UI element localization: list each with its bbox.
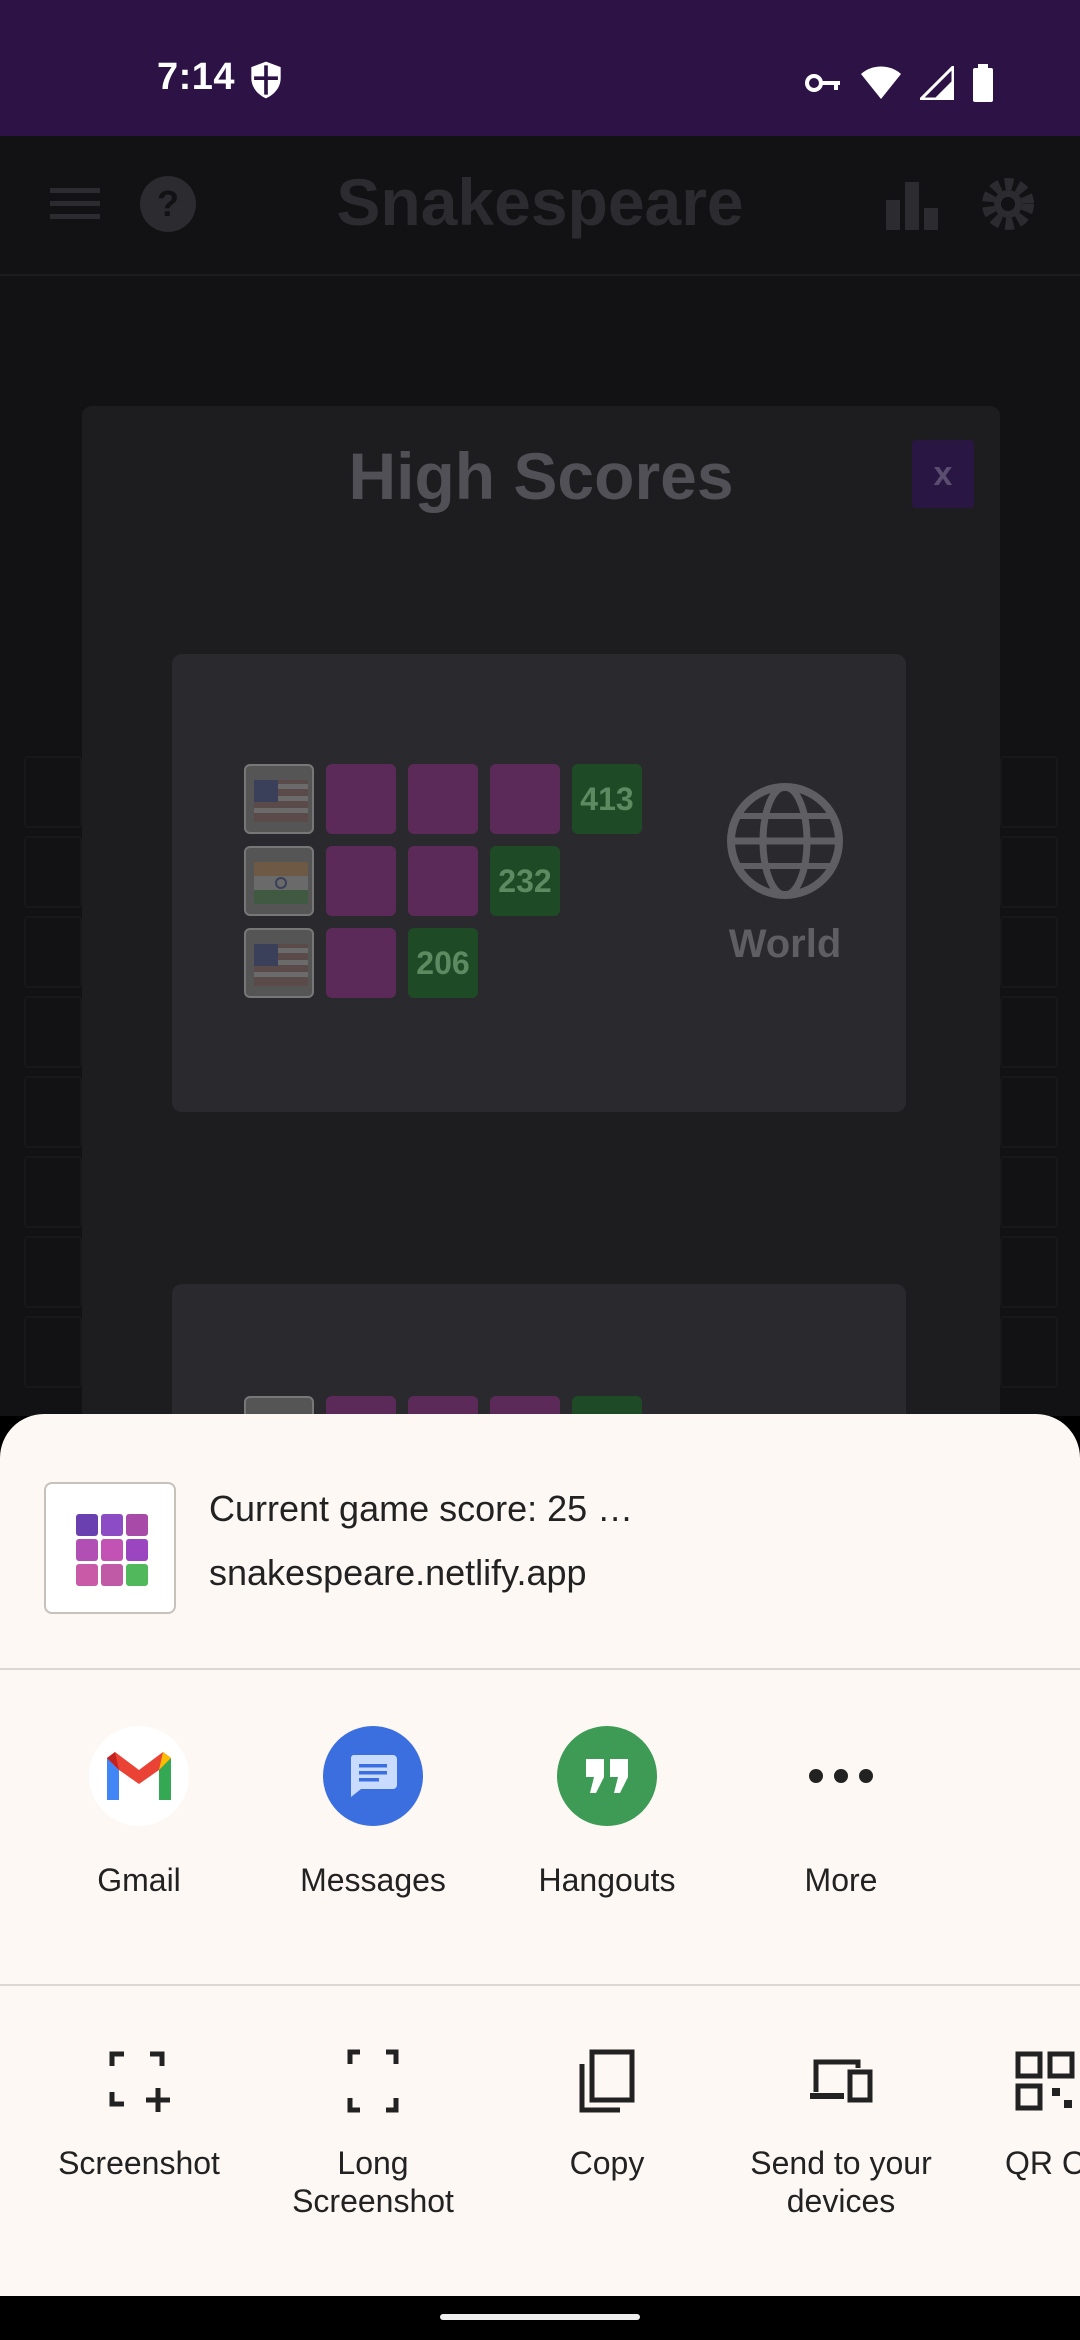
share-target-label: Messages xyxy=(300,1862,446,1898)
action-screenshot[interactable]: Screenshot xyxy=(22,2048,256,2182)
score-tile: 413 xyxy=(572,764,642,834)
snake-tile xyxy=(408,846,478,916)
action-label: Long Screenshot xyxy=(292,2145,454,2219)
share-target-messages[interactable]: Messages xyxy=(256,1726,490,1899)
shield-icon xyxy=(251,61,281,99)
world-filter[interactable]: World xyxy=(720,782,850,967)
share-target-more[interactable]: More xyxy=(724,1726,958,1899)
score-tile: 206 xyxy=(408,928,478,998)
action-label: Send to your devices xyxy=(750,2145,932,2219)
snake-tile xyxy=(326,1396,396,1416)
world-label: World xyxy=(728,922,842,966)
qr-code-icon xyxy=(1015,2051,1075,2111)
score-row: 232 xyxy=(244,846,560,916)
messages-icon xyxy=(350,1755,397,1797)
screenshot-icon xyxy=(109,2051,170,2112)
action-label: QR C xyxy=(1005,2145,1080,2181)
us-flag-icon xyxy=(244,928,314,998)
snake-tile xyxy=(490,764,560,834)
action-qr-code[interactable]: QR C xyxy=(958,2048,1080,2182)
close-button[interactable]: x xyxy=(912,440,974,508)
action-send-to-devices[interactable]: Send to your devices xyxy=(724,2048,958,2220)
share-target-gmail[interactable]: Gmail xyxy=(22,1726,256,1899)
scores-card-local xyxy=(172,1284,906,1416)
snake-tile xyxy=(408,1396,478,1416)
snake-tile xyxy=(490,1396,560,1416)
share-target-label: Hangouts xyxy=(538,1862,676,1898)
india-flag-icon xyxy=(244,846,314,916)
share-target-label: Gmail xyxy=(97,1862,181,1898)
snake-tile xyxy=(326,846,396,916)
share-target-label: More xyxy=(804,1862,878,1898)
system-icons xyxy=(804,64,994,102)
gmail-icon xyxy=(107,1752,171,1800)
more-icon xyxy=(809,1769,873,1783)
us-flag-icon xyxy=(244,1396,314,1416)
status-time: 7:14 xyxy=(157,56,236,98)
high-scores-modal: High Scores x 413 232 206 World xyxy=(82,406,1000,1416)
share-actions: Screenshot Long Screenshot Copy Send to … xyxy=(0,1986,1080,2296)
settings-gear-icon[interactable] xyxy=(978,174,1038,234)
snake-tile xyxy=(326,928,396,998)
share-url: snakespeare.netlify.app xyxy=(209,1552,587,1593)
game-background: ? Snakespeare High Scores x 413 232 206 … xyxy=(0,136,1080,1416)
status-bar: 7:14 xyxy=(0,0,1080,136)
score-row: 206 xyxy=(244,928,478,998)
score-tile xyxy=(572,1396,642,1416)
long-screenshot-icon xyxy=(347,2049,399,2113)
action-long-screenshot[interactable]: Long Screenshot xyxy=(256,2048,490,2220)
copy-icon xyxy=(579,2049,635,2113)
battery-icon xyxy=(973,64,993,102)
action-copy[interactable]: Copy xyxy=(490,2048,724,2182)
hangouts-icon xyxy=(586,1759,628,1793)
globe-icon xyxy=(727,783,843,899)
share-target-hangouts[interactable]: Hangouts xyxy=(490,1726,724,1899)
us-flag-icon xyxy=(244,764,314,834)
wifi-icon xyxy=(861,66,901,99)
app-header: ? Snakespeare xyxy=(0,136,1080,276)
share-targets: Gmail Messages Hangouts More xyxy=(0,1670,1080,1986)
score-row xyxy=(244,1396,642,1416)
snake-tile xyxy=(408,764,478,834)
scores-card-world: 413 232 206 World xyxy=(172,654,906,1112)
share-title: Current game score: 25 … xyxy=(209,1488,634,1529)
score-row: 413 xyxy=(244,764,642,834)
stats-icon[interactable] xyxy=(882,174,942,234)
action-label: Copy xyxy=(569,2145,645,2181)
devices-icon xyxy=(810,2059,873,2103)
app-thumbnail xyxy=(44,1482,176,1614)
home-gesture-handle[interactable] xyxy=(440,2314,640,2320)
cell-signal-icon xyxy=(920,66,954,100)
vpn-key-icon xyxy=(805,74,840,92)
snake-tile xyxy=(326,764,396,834)
action-label: Screenshot xyxy=(58,2145,220,2181)
share-preview: Current game score: 25 … snakespeare.net… xyxy=(0,1414,1080,1670)
modal-title: High Scores xyxy=(348,439,734,513)
navigation-bar xyxy=(0,2296,1080,2340)
share-sheet: Current game score: 25 … snakespeare.net… xyxy=(0,1414,1080,2296)
score-tile: 232 xyxy=(490,846,560,916)
